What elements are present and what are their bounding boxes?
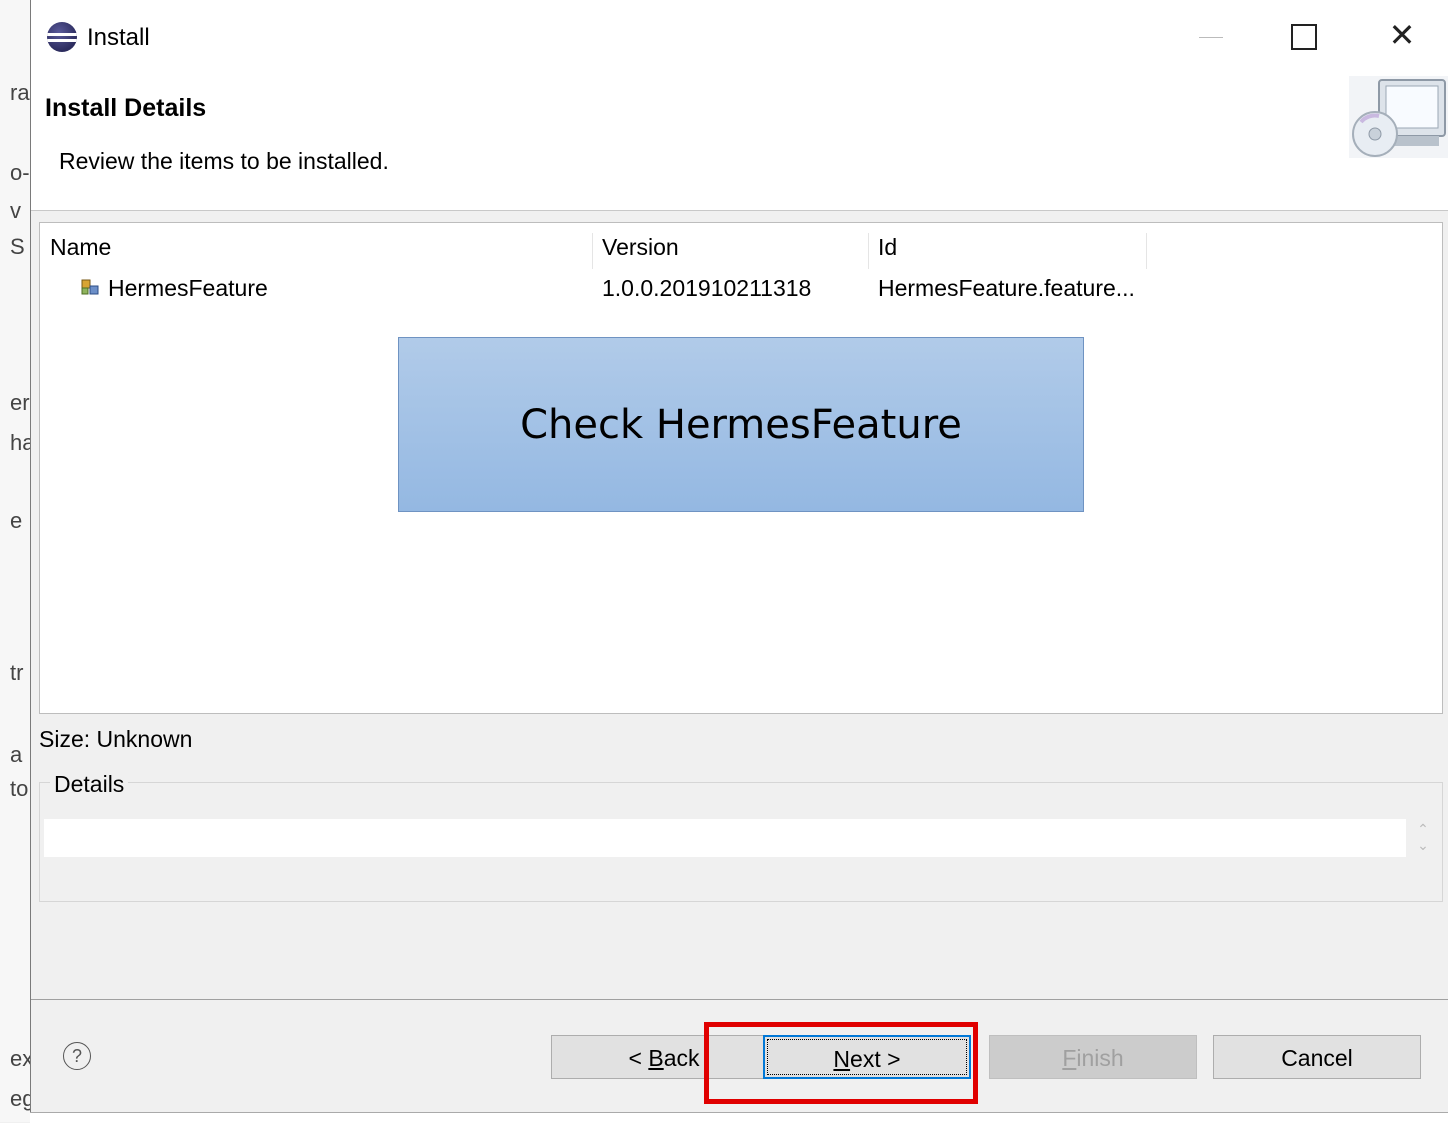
callout-text: Check HermesFeature (520, 401, 962, 448)
bg-fragment: ra (10, 80, 30, 105)
table-row-id: HermesFeature.feature... (878, 275, 1135, 301)
size-label: Size: Unknown (39, 726, 193, 752)
bg-fragment: er (10, 390, 30, 415)
finish-button-mnemonic: F (1062, 1045, 1077, 1071)
eclipse-icon (47, 22, 77, 52)
back-button-label: ack (663, 1045, 700, 1071)
table-row-name[interactable]: HermesFeature (108, 275, 268, 302)
title-bar[interactable]: Install ✕ (31, 0, 1448, 76)
finish-button-label: inish (1076, 1045, 1124, 1071)
bg-fragment: e (10, 508, 23, 533)
bg-fragment: a (10, 742, 23, 767)
feature-icon (81, 279, 99, 295)
wizard-header: Install Details Review the items to be i… (31, 76, 1448, 211)
back-button-prefix: < (628, 1045, 649, 1071)
bg-fragment: to (10, 776, 29, 801)
button-bar-separator (31, 999, 1448, 1000)
background-window-strip: ra o- v S er ha e tr a to ex eg (0, 0, 34, 1122)
monitor-cd-icon (1349, 76, 1448, 158)
details-scroll-arrows-icon[interactable]: ⌃ ⌄ (1412, 821, 1434, 857)
bg-fragment: v (10, 198, 21, 223)
back-button-mnemonic: B (648, 1045, 664, 1071)
bg-fragment: S (10, 234, 25, 259)
window-title: Install (87, 24, 150, 51)
instruction-callout: Check HermesFeature (398, 337, 1084, 512)
background-window-bottom (30, 1112, 1448, 1123)
close-button[interactable]: ✕ (1387, 19, 1417, 51)
page-description: Review the items to be installed. (59, 148, 389, 174)
table-row-version: 1.0.0.201910211318 (602, 275, 812, 301)
details-label: Details (50, 771, 129, 798)
column-header-id[interactable]: Id (878, 233, 1147, 269)
help-icon[interactable]: ? (63, 1042, 91, 1070)
minimize-button[interactable] (1197, 22, 1225, 52)
cancel-button[interactable]: Cancel (1213, 1035, 1421, 1079)
column-header-name[interactable]: Name (50, 233, 593, 269)
maximize-button[interactable] (1291, 24, 1317, 50)
page-title: Install Details (45, 94, 207, 122)
bg-fragment: o- (10, 160, 30, 185)
column-header-version[interactable]: Version (602, 233, 869, 269)
details-group: Details ⌃ ⌄ (39, 771, 1443, 902)
bg-fragment: tr (10, 660, 24, 685)
finish-button[interactable]: Finish (989, 1035, 1197, 1079)
next-button-highlight (704, 1022, 978, 1104)
details-textarea[interactable] (44, 819, 1406, 857)
install-dialog: Install ✕ Install Details Review the ite… (30, 0, 1448, 1112)
